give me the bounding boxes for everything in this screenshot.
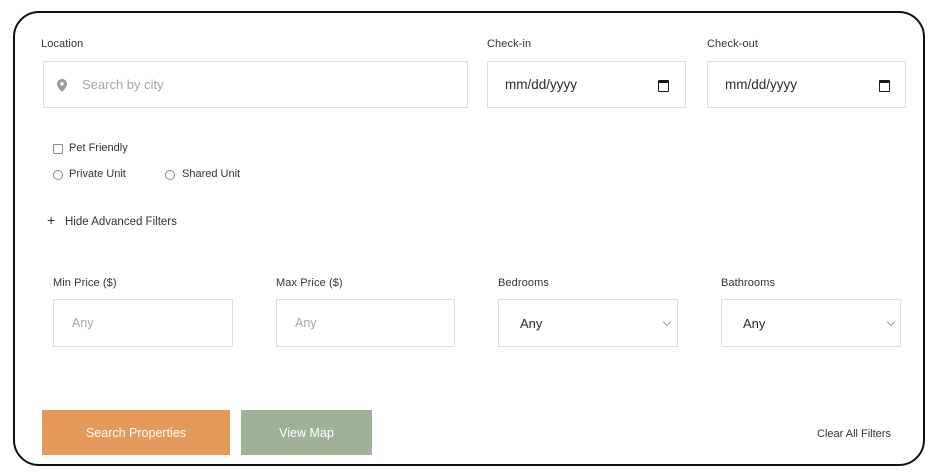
location-label: Location [41, 38, 84, 50]
location-search-placeholder: Search by city [82, 77, 164, 92]
bathrooms-label: Bathrooms [721, 277, 776, 289]
min-price-placeholder: Any [72, 316, 94, 330]
shared-unit-label[interactable]: Shared Unit [182, 168, 240, 180]
max-price-placeholder: Any [295, 316, 317, 330]
hide-advanced-filters-toggle[interactable]: Hide Advanced Filters [65, 216, 177, 228]
chevron-down-icon [662, 317, 672, 327]
bedrooms-label: Bedrooms [498, 277, 549, 289]
location-search-input[interactable]: Search by city [43, 61, 468, 108]
location-pin-icon [57, 79, 67, 92]
bathrooms-select[interactable]: Any [721, 299, 901, 347]
bathrooms-selected-value: Any [743, 316, 766, 331]
pet-friendly-checkbox[interactable] [53, 144, 63, 154]
checkout-date-input[interactable]: mm/dd/yyyy [707, 61, 906, 108]
plus-icon[interactable]: + [47, 213, 55, 227]
search-filter-panel: Location Search by city Check-in mm/dd/y… [13, 11, 925, 466]
shared-unit-radio[interactable] [165, 170, 175, 180]
max-price-input[interactable]: Any [276, 299, 455, 347]
checkin-label: Check-in [487, 38, 532, 50]
min-price-label: Min Price ($) [53, 277, 117, 289]
calendar-icon[interactable] [879, 80, 890, 92]
bedrooms-select[interactable]: Any [498, 299, 678, 347]
calendar-icon[interactable] [658, 80, 669, 92]
view-map-button[interactable]: View Map [241, 410, 372, 455]
max-price-label: Max Price ($) [276, 277, 343, 289]
search-properties-button[interactable]: Search Properties [42, 410, 230, 455]
private-unit-radio[interactable] [53, 170, 63, 180]
checkout-date-value: mm/dd/yyyy [725, 77, 798, 92]
pet-friendly-label[interactable]: Pet Friendly [69, 142, 128, 154]
checkout-label: Check-out [707, 38, 759, 50]
checkin-date-input[interactable]: mm/dd/yyyy [487, 61, 686, 108]
checkin-date-value: mm/dd/yyyy [505, 77, 578, 92]
clear-all-filters-link[interactable]: Clear All Filters [817, 428, 891, 440]
private-unit-label[interactable]: Private Unit [69, 168, 126, 180]
bedrooms-selected-value: Any [520, 316, 543, 331]
chevron-down-icon [886, 317, 896, 327]
min-price-input[interactable]: Any [53, 299, 233, 347]
